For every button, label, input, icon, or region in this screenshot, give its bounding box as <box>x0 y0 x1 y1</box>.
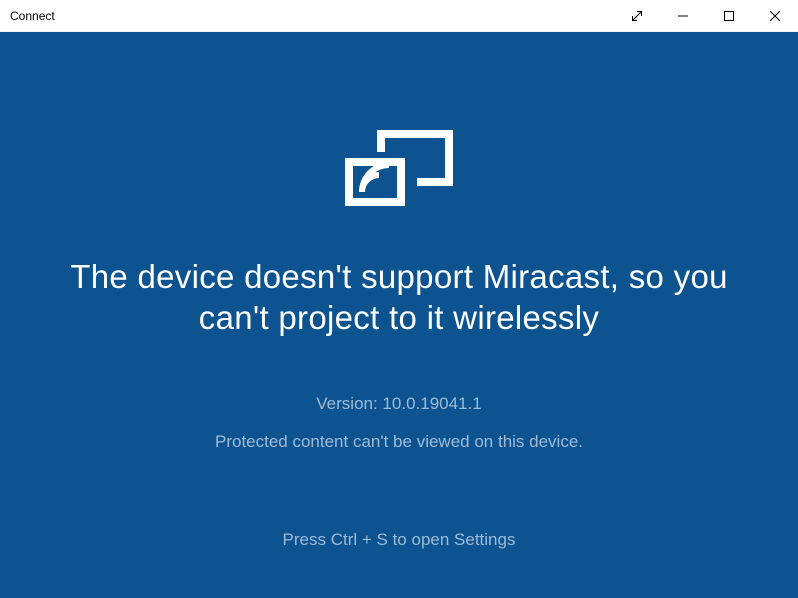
titlebar: Connect <box>0 0 798 32</box>
main-content: The device doesn't support Miracast, so … <box>0 32 798 598</box>
maximize-button[interactable] <box>706 0 752 31</box>
close-button[interactable] <box>752 0 798 31</box>
close-icon <box>770 11 780 21</box>
version-text: Version: 10.0.19041.1 <box>316 394 481 414</box>
minimize-button[interactable] <box>660 0 706 31</box>
miracast-hero-icon <box>345 130 453 216</box>
expand-diagonal-icon <box>631 10 643 22</box>
main-heading: The device doesn't support Miracast, so … <box>49 256 749 339</box>
titlebar-controls <box>614 0 798 31</box>
cast-screen-icon <box>345 130 453 216</box>
window-title: Connect <box>10 9 55 23</box>
maximize-icon <box>724 11 734 21</box>
protected-content-notice: Protected content can't be viewed on thi… <box>215 432 583 452</box>
expand-diagonal-button[interactable] <box>614 0 660 31</box>
settings-shortcut-hint: Press Ctrl + S to open Settings <box>283 530 516 550</box>
minimize-icon <box>678 11 688 21</box>
